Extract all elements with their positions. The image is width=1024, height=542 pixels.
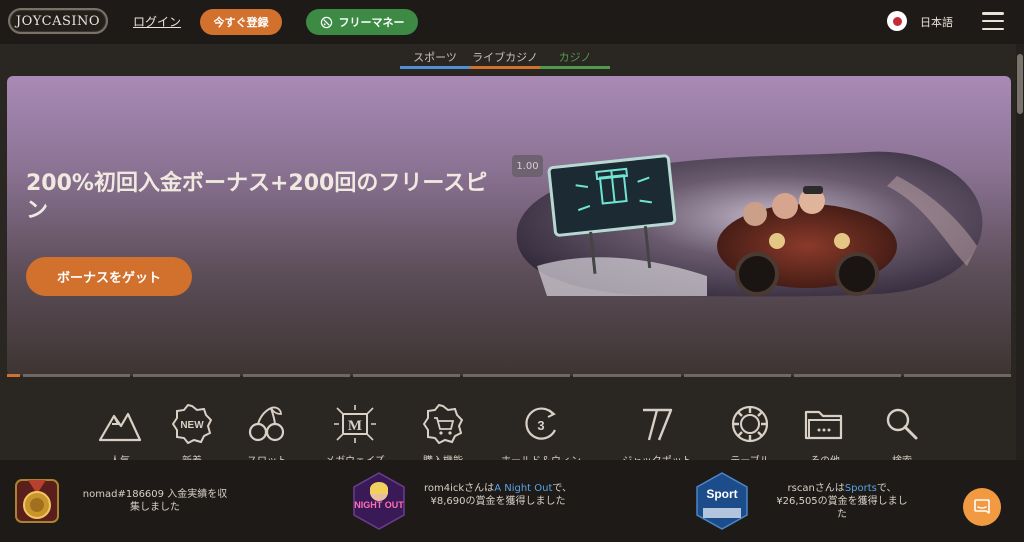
achievement-medal-icon [15,479,59,523]
category-buy-feature[interactable]: 購入機能 [403,400,483,467]
ticker-message: rom4ickさんはA Night Outで、¥8,690の賞金を獲得しました [418,482,578,508]
hamburger-menu-icon[interactable] [982,12,1004,30]
new-badge-icon: NEW [172,404,212,444]
category-slots[interactable]: スロット [227,400,307,467]
category-new[interactable]: NEW 新着 [152,400,232,467]
login-link[interactable]: ログイン [133,13,181,30]
tab-sports[interactable]: スポーツ [400,49,470,69]
svg-text:3: 3 [537,418,544,433]
mountain-icon [98,412,142,442]
ticker-user: rscanさんは [787,483,845,494]
svg-text:NEW: NEW [180,420,204,431]
gift-tag-icon [320,16,332,28]
ticker-game-link[interactable]: Sports [845,483,877,494]
top-header: JOYCASINO ログイン 今すぐ登録 フリーマネー 日本語 [0,0,1024,44]
ticker-message: rscanさんはSportsで、¥26,505の賞金を獲得しました [772,482,912,521]
hold-and-win-icon: 3 [525,407,556,440]
chat-icon [974,499,990,514]
register-button[interactable]: 今すぐ登録 [200,9,282,35]
page-scrollbar[interactable] [1016,44,1024,460]
promo-banner[interactable]: 200%初回入金ボーナス+200回のフリースピン ボーナスをゲット 1.00 [7,76,1011,376]
category-megaways[interactable]: M メガウェイズ [315,400,395,467]
megaways-icon: M [334,405,376,443]
casino-chip-icon [731,405,769,443]
ticker-message: nomad#186609 入金実績を収集しました [82,489,228,513]
ticker-user: rom4ickさんは [424,483,495,494]
section-tabs: スポーツ ライブカジノ カジノ [400,49,610,69]
game-category-bar: 人気 NEW 新着 スロット M メガウェイズ 購入機能 [80,400,942,467]
folder-icon [804,410,843,440]
slide-timer-badge: 1.00 [512,155,543,177]
night-out-thumb-text: NIGHT OUT [354,500,404,510]
shopping-cart-icon [423,404,463,444]
free-money-button[interactable]: フリーマネー [306,9,418,35]
night-out-game-thumb[interactable]: NIGHT OUT [352,472,406,530]
winners-ticker: nomad#186609 入金実績を収集しました NIGHT OUT rom4i… [0,460,1024,542]
get-bonus-button[interactable]: ボーナスをゲット [26,257,192,296]
ticker-game-link[interactable]: A Night Out [494,483,552,494]
category-jackpot[interactable]: ジャックポット [617,400,697,467]
svg-text:M: M [348,418,362,434]
promo-illustration [516,151,983,297]
free-money-label: フリーマネー [338,16,405,29]
joycasino-logo[interactable]: JOYCASINO [8,8,108,34]
category-popular[interactable]: 人気 [80,400,160,467]
japan-flag-icon[interactable] [887,11,907,31]
scrollbar-thumb[interactable] [1017,54,1023,114]
category-table[interactable]: テーブル [710,400,790,467]
sport-game-thumb[interactable]: Sport [695,472,749,530]
category-hold-and-win[interactable]: 3 ホールド＆ウィン [501,400,581,467]
support-chat-button[interactable] [963,488,1001,526]
category-other[interactable]: その他 [785,400,865,467]
search-icon [886,408,918,440]
language-selector[interactable]: 日本語 [920,14,953,30]
tab-live-casino[interactable]: ライブカジノ [470,49,540,69]
carousel-progress[interactable] [7,374,1011,377]
tab-casino[interactable]: カジノ [540,49,610,69]
lucky-seven-icon [643,408,673,441]
banner-title: 200%初回入金ボーナス+200回のフリースピン [26,171,488,223]
sport-thumb-text: Sport [706,487,737,501]
cherries-icon [248,406,285,442]
category-search[interactable]: 検索 [862,400,942,467]
